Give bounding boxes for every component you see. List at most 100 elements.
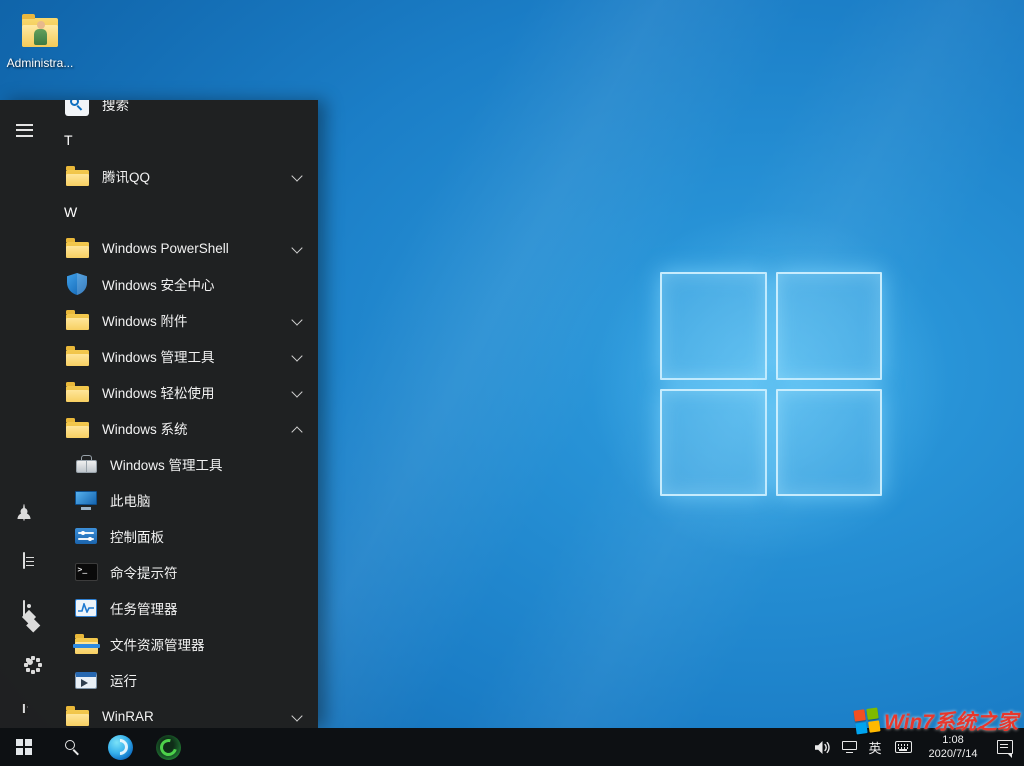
chevron-down-icon[interactable] <box>292 351 303 362</box>
menu-button[interactable] <box>0 106 48 154</box>
app-label: Windows 管理工具 <box>102 346 215 366</box>
app-label: 腾讯QQ <box>102 166 150 186</box>
this-pc-icon <box>74 488 98 512</box>
watermark-logo-square <box>853 709 865 721</box>
app-label: Windows 轻松使用 <box>102 382 215 402</box>
app-label: WinRAR <box>102 709 154 724</box>
app-label: Windows 附件 <box>102 310 188 330</box>
app-list-section-header[interactable]: W <box>48 194 318 230</box>
app-list-subitem[interactable]: >_ 命令提示符 <box>48 554 318 590</box>
command-prompt-icon: >_ <box>74 560 98 584</box>
start-app-list-viewport[interactable]: 搜索 T 腾讯QQ W Windows PowerShell Windows 安全中心 Wi… <box>48 100 318 728</box>
action-center-icon <box>997 740 1013 754</box>
app-list-subitem[interactable]: 控制面板 <box>48 518 318 554</box>
windows-logo-pane <box>660 389 767 497</box>
shield-icon <box>64 271 90 297</box>
control-panel-icon <box>74 524 98 548</box>
file-explorer-icon <box>74 632 98 656</box>
app-list-subitem[interactable]: Windows 管理工具 <box>48 446 318 482</box>
app-label: Windows 管理工具 <box>110 454 223 474</box>
green-browser-icon <box>156 735 181 760</box>
hamburger-icon <box>16 124 33 137</box>
watermark-logo-square <box>868 720 880 732</box>
start-menu: 搜索 T 腾讯QQ W Windows PowerShell Windows 安全中心 Wi… <box>0 100 318 728</box>
app-label: 搜索 <box>102 100 129 114</box>
app-list-item[interactable]: Windows 附件 <box>48 302 318 338</box>
user-folder-icon <box>17 12 63 52</box>
documents-button[interactable] <box>0 536 48 584</box>
volume-icon <box>814 740 831 755</box>
task-manager-icon <box>74 596 98 620</box>
user-icon <box>23 505 25 520</box>
folder-icon <box>64 703 90 728</box>
desktop: Administra... 搜索 T 腾讯QQ W Windows PowerShell… <box>0 0 1024 766</box>
touch-keyboard-icon <box>895 741 912 753</box>
admin-tools-icon <box>74 452 98 476</box>
app-list-item[interactable]: Windows PowerShell <box>48 230 318 266</box>
app-list-item[interactable]: Windows 安全中心 <box>48 266 318 302</box>
edge-browser-icon <box>108 735 133 760</box>
desktop-icon-administrator[interactable]: Administra... <box>4 12 76 70</box>
watermark-flag-icon <box>853 707 880 734</box>
watermark-text: Win7系统之家 <box>884 706 1018 736</box>
start-button[interactable] <box>0 728 48 766</box>
watermark-logo-square <box>855 722 867 734</box>
chevron-down-icon[interactable] <box>292 711 303 722</box>
start-app-list: 搜索 T 腾讯QQ W Windows PowerShell Windows 安全中心 Wi… <box>48 100 318 728</box>
app-list-section-header[interactable]: T <box>48 122 318 158</box>
ime-mode-label: 英 <box>868 738 881 757</box>
desktop-icon-label: Administra... <box>7 56 74 70</box>
windows-start-icon <box>16 739 32 755</box>
folder-icon <box>64 343 90 369</box>
section-letter: W <box>64 204 77 220</box>
app-list-subitem[interactable]: 任务管理器 <box>48 590 318 626</box>
windows-logo <box>660 272 882 496</box>
run-icon <box>74 668 98 692</box>
pictures-icon <box>23 601 25 616</box>
app-label: 文件资源管理器 <box>110 634 205 654</box>
app-list-item[interactable]: 搜索 <box>48 100 318 122</box>
power-button[interactable] <box>0 680 48 728</box>
document-icon <box>23 553 25 568</box>
folder-icon <box>64 307 90 333</box>
user-button[interactable] <box>0 488 48 536</box>
watermark: Win7系统之家 <box>855 706 1018 736</box>
pictures-button[interactable] <box>0 584 48 632</box>
app-list-item[interactable]: 腾讯QQ <box>48 158 318 194</box>
chevron-down-icon[interactable] <box>292 243 303 254</box>
app-label: 命令提示符 <box>110 562 178 582</box>
section-letter: T <box>64 132 73 148</box>
watermark-logo-square <box>866 707 878 719</box>
volume-button[interactable] <box>808 728 836 766</box>
clock-date: 2020/7/14 <box>929 747 978 761</box>
taskbar-edge-button[interactable] <box>96 728 144 766</box>
app-label: 运行 <box>110 670 137 690</box>
app-list-item[interactable]: Windows 管理工具 <box>48 338 318 374</box>
folder-icon <box>64 379 90 405</box>
app-label: 此电脑 <box>110 490 151 510</box>
app-label: 控制面板 <box>110 526 164 546</box>
app-list-item[interactable]: Windows 系统 <box>48 410 318 446</box>
app-label: Windows 安全中心 <box>102 274 215 294</box>
app-label: Windows 系统 <box>102 418 188 438</box>
folder-icon <box>64 415 90 441</box>
app-list-subitem[interactable]: 运行 <box>48 662 318 698</box>
network-icon <box>842 741 857 753</box>
app-list-item[interactable]: Windows 轻松使用 <box>48 374 318 410</box>
chevron-down-icon[interactable] <box>292 387 303 398</box>
taskbar-browser-button[interactable] <box>144 728 192 766</box>
windows-logo-pane <box>660 272 767 380</box>
app-list-item[interactable]: WinRAR <box>48 698 318 728</box>
app-label: Windows PowerShell <box>102 241 229 256</box>
windows-logo-pane <box>776 389 883 497</box>
chevron-down-icon[interactable] <box>292 315 303 326</box>
search-icon <box>64 100 90 117</box>
settings-button[interactable] <box>0 632 48 680</box>
app-list-subitem[interactable]: 文件资源管理器 <box>48 626 318 662</box>
windows-logo-pane <box>776 272 883 380</box>
search-icon <box>65 740 80 755</box>
chevron-up-icon[interactable] <box>292 423 303 434</box>
taskbar-search-button[interactable] <box>48 728 96 766</box>
chevron-down-icon[interactable] <box>292 171 303 182</box>
app-list-subitem[interactable]: 此电脑 <box>48 482 318 518</box>
